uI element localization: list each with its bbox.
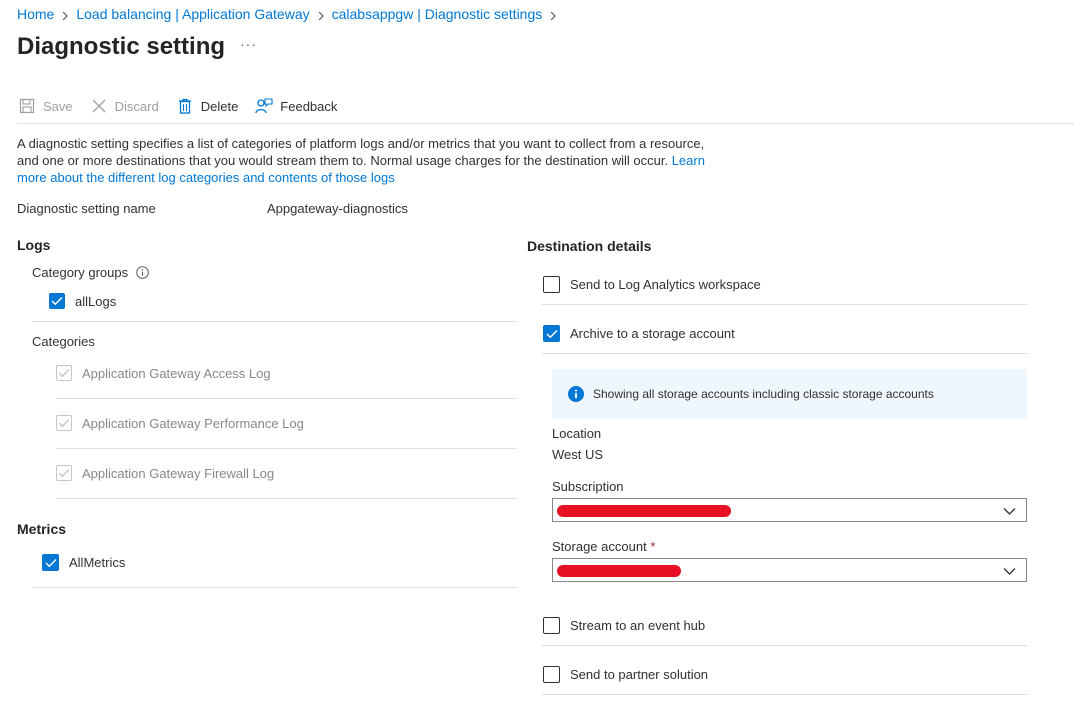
save-button[interactable]: Save <box>17 96 73 116</box>
info-icon[interactable] <box>136 266 149 279</box>
category-performance-log-checkbox <box>56 415 72 431</box>
checkmark-icon <box>45 558 56 567</box>
breadcrumb: Home Load balancing | Application Gateway… <box>17 5 564 24</box>
category-groups-text: Category groups <box>32 265 129 280</box>
categories-label: Categories <box>32 334 95 349</box>
divider <box>56 398 517 399</box>
divider <box>542 694 1027 695</box>
divider <box>32 321 517 322</box>
storage-account-dropdown[interactable] <box>552 558 1027 582</box>
subscription-label: Subscription <box>552 479 624 494</box>
command-bar: Save Discard Delete Feedback <box>17 94 353 118</box>
checkmark-icon <box>546 329 557 338</box>
divider <box>542 304 1027 305</box>
category-firewall-log-checkbox <box>56 465 72 481</box>
setting-name-label: Diagnostic setting name <box>17 201 156 216</box>
category-groups-label: Category groups <box>32 265 149 280</box>
partner-solution-label: Send to partner solution <box>570 667 709 682</box>
chevron-down-icon <box>1003 564 1016 582</box>
delete-button[interactable]: Delete <box>175 96 239 116</box>
subscription-dropdown[interactable] <box>552 498 1027 522</box>
checkmark-icon <box>51 297 63 306</box>
info-filled-icon <box>568 386 584 407</box>
storage-account-checkbox[interactable] <box>543 325 560 342</box>
log-analytics-row: Send to Log Analytics workspace <box>543 276 761 293</box>
category-performance-log-label: Application Gateway Performance Log <box>82 415 304 431</box>
description-text: A diagnostic setting specifies a list of… <box>17 135 717 186</box>
storage-account-row: Archive to a storage account <box>543 325 735 342</box>
feedback-person-icon <box>254 96 274 116</box>
feedback-button[interactable]: Feedback <box>254 96 337 116</box>
log-analytics-label: Send to Log Analytics workspace <box>570 277 761 292</box>
close-icon <box>89 96 109 116</box>
breadcrumb-home[interactable]: Home <box>17 6 54 22</box>
divider <box>542 353 1027 354</box>
metrics-heading: Metrics <box>17 521 67 537</box>
checkmark-icon <box>58 469 70 478</box>
info-banner: Showing all storage accounts including c… <box>552 369 1027 419</box>
chevron-right-icon <box>310 6 332 24</box>
partner-solution-checkbox[interactable] <box>543 666 560 683</box>
log-analytics-checkbox[interactable] <box>543 276 560 293</box>
divider <box>56 498 517 499</box>
discard-button[interactable]: Discard <box>89 96 159 116</box>
more-options-button[interactable]: ··· <box>240 36 257 52</box>
toolbar-divider <box>17 123 1074 124</box>
storage-account-field-label: Storage account * <box>552 539 655 554</box>
storage-account-label: Archive to a storage account <box>570 326 735 341</box>
trash-icon <box>175 96 195 116</box>
partner-solution-row: Send to partner solution <box>543 666 708 683</box>
redacted-value <box>557 505 731 517</box>
category-firewall-log-row: Application Gateway Firewall Log <box>56 465 274 481</box>
description-body: A diagnostic setting specifies a list of… <box>17 136 705 168</box>
chevron-right-icon <box>542 6 564 24</box>
all-metrics-label: AllMetrics <box>69 555 126 570</box>
location-label: Location <box>552 426 602 441</box>
logs-heading: Logs <box>17 237 51 253</box>
event-hub-label: Stream to an event hub <box>570 618 706 633</box>
category-access-log-checkbox <box>56 365 72 381</box>
discard-label: Discard <box>114 98 159 114</box>
feedback-label: Feedback <box>280 98 338 114</box>
all-metrics-checkbox[interactable] <box>42 554 59 571</box>
checkmark-icon <box>58 419 70 428</box>
chevron-right-icon <box>54 6 76 24</box>
breadcrumb-load-balancing[interactable]: Load balancing | Application Gateway <box>76 6 309 22</box>
category-performance-log-row: Application Gateway Performance Log <box>56 415 304 431</box>
event-hub-row: Stream to an event hub <box>543 617 705 634</box>
setting-name-value: Appgateway-diagnostics <box>267 201 408 216</box>
event-hub-checkbox[interactable] <box>543 617 560 634</box>
required-marker: * <box>650 539 656 554</box>
all-logs-label: allLogs <box>75 293 117 309</box>
info-banner-text: Showing all storage accounts including c… <box>593 387 934 401</box>
all-logs-checkbox[interactable] <box>49 293 65 309</box>
breadcrumb-diagnostic-settings[interactable]: calabsappgw | Diagnostic settings <box>332 6 543 22</box>
category-access-log-label: Application Gateway Access Log <box>82 365 271 381</box>
page-title: Diagnostic setting <box>17 33 226 60</box>
all-metrics-row: AllMetrics <box>42 554 125 571</box>
chevron-down-icon <box>1003 504 1016 522</box>
checkmark-icon <box>58 369 70 378</box>
storage-account-field-text: Storage account <box>552 539 647 554</box>
destination-heading: Destination details <box>527 238 652 254</box>
location-value: West US <box>552 447 604 462</box>
category-access-log-row: Application Gateway Access Log <box>56 365 271 381</box>
redacted-value <box>557 565 681 577</box>
divider <box>56 448 517 449</box>
save-icon <box>17 96 37 116</box>
all-logs-row: allLogs <box>49 293 116 309</box>
category-firewall-log-label: Application Gateway Firewall Log <box>82 465 275 481</box>
save-label: Save <box>43 98 73 114</box>
divider <box>542 645 1027 646</box>
divider <box>32 587 517 588</box>
delete-label: Delete <box>200 98 239 114</box>
